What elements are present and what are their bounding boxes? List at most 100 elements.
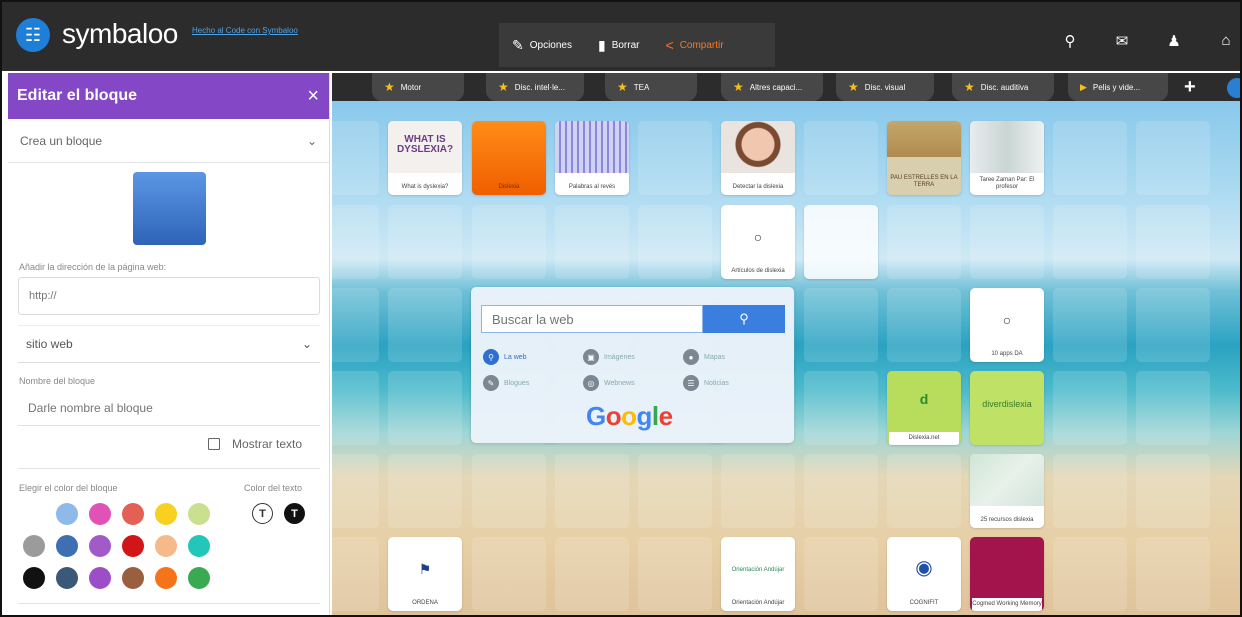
tile-articulos-dislexia[interactable]: ○ Artículos de dislexia bbox=[721, 205, 795, 279]
empty-cell[interactable] bbox=[1136, 288, 1210, 362]
google-option-maps[interactable]: ● Mapas bbox=[683, 349, 725, 365]
empty-cell[interactable] bbox=[804, 371, 878, 445]
empty-cell[interactable] bbox=[472, 537, 546, 611]
empty-cell[interactable] bbox=[1136, 454, 1210, 528]
empty-cell[interactable] bbox=[1053, 121, 1127, 195]
empty-cell[interactable] bbox=[1136, 121, 1210, 195]
tab-motor[interactable]: ★ Motor bbox=[372, 73, 464, 101]
empty-cell[interactable] bbox=[388, 205, 462, 279]
empty-cell[interactable] bbox=[1053, 537, 1127, 611]
empty-cell[interactable] bbox=[388, 288, 462, 362]
empty-cell[interactable] bbox=[1053, 205, 1127, 279]
empty-cell[interactable] bbox=[1136, 371, 1210, 445]
empty-cell[interactable] bbox=[638, 205, 712, 279]
color-swatch[interactable] bbox=[155, 567, 177, 589]
tile-palabras-al-reves[interactable]: Palabras al revés bbox=[555, 121, 629, 195]
text-color-white-button[interactable]: T bbox=[252, 503, 273, 524]
share-button[interactable]: < Compartir bbox=[653, 37, 737, 53]
empty-cell[interactable] bbox=[555, 454, 629, 528]
google-option-webnews[interactable]: ◎ Webnews bbox=[583, 375, 635, 391]
color-swatch[interactable] bbox=[122, 503, 144, 525]
empty-cell[interactable] bbox=[970, 205, 1044, 279]
more-tabs-icon[interactable] bbox=[1227, 78, 1240, 98]
show-text-checkbox[interactable] bbox=[208, 438, 220, 450]
user-icon[interactable]: ♟ bbox=[1166, 32, 1182, 50]
delete-button[interactable]: ▮ Borrar bbox=[585, 37, 653, 54]
empty-cell[interactable] bbox=[332, 121, 379, 195]
tab-disc-visual[interactable]: ★ Disc. visual bbox=[836, 73, 934, 101]
color-swatch[interactable] bbox=[56, 535, 78, 557]
tab-pelis-videos[interactable]: ▶ Pelis y vide... bbox=[1068, 73, 1168, 101]
tile-diverdislexia[interactable]: diverdislexia bbox=[970, 371, 1044, 445]
empty-cell[interactable] bbox=[638, 121, 712, 195]
close-icon[interactable]: × bbox=[307, 85, 319, 108]
symbaloo-logo-icon[interactable]: ☷ bbox=[16, 18, 50, 52]
tile-empty-new[interactable] bbox=[804, 205, 878, 279]
tile-detectar-dislexia[interactable]: Detectar la dislexia bbox=[721, 121, 795, 195]
color-swatch[interactable] bbox=[56, 567, 78, 589]
tile-what-is-dyslexia[interactable]: WHAT IS DYSLEXIA? What is dyslexia? bbox=[388, 121, 462, 195]
google-option-images[interactable]: ▣ Imágenes bbox=[583, 349, 635, 365]
empty-cell[interactable] bbox=[804, 121, 878, 195]
empty-cell[interactable] bbox=[332, 288, 379, 362]
empty-cell[interactable] bbox=[887, 288, 961, 362]
tile-25-recursos-dislexia[interactable]: 25 recursos dislexia bbox=[970, 454, 1044, 528]
empty-cell[interactable] bbox=[332, 205, 379, 279]
tile-10-apps-da[interactable]: ○ 10 apps DA bbox=[970, 288, 1044, 362]
empty-cell[interactable] bbox=[887, 454, 961, 528]
color-swatch[interactable] bbox=[155, 503, 177, 525]
show-text-toggle[interactable]: Mostrar texto bbox=[208, 437, 302, 451]
empty-cell[interactable] bbox=[1136, 205, 1210, 279]
empty-cell[interactable] bbox=[555, 205, 629, 279]
empty-cell[interactable] bbox=[1136, 537, 1210, 611]
tab-disc-auditiva[interactable]: ★ Disc. auditiva bbox=[952, 73, 1054, 101]
empty-cell[interactable] bbox=[887, 205, 961, 279]
empty-cell[interactable] bbox=[804, 454, 878, 528]
mail-icon[interactable]: ✉ bbox=[1114, 32, 1130, 50]
search-icon[interactable]: ⚲ bbox=[1062, 32, 1078, 50]
empty-cell[interactable] bbox=[804, 288, 878, 362]
empty-cell[interactable] bbox=[638, 454, 712, 528]
tile-taree-zaman-par[interactable]: Taree Zaman Par: El profesor bbox=[970, 121, 1044, 195]
color-swatch[interactable] bbox=[89, 503, 111, 525]
color-swatch[interactable] bbox=[188, 535, 210, 557]
block-name-input[interactable] bbox=[18, 390, 320, 426]
empty-cell[interactable] bbox=[555, 537, 629, 611]
color-swatch[interactable] bbox=[23, 535, 45, 557]
tile-estrelles-en-la-terra[interactable]: PAU ESTRELLES EN LA TERRA bbox=[887, 121, 961, 195]
tile-orange[interactable]: Dislexia bbox=[472, 121, 546, 195]
google-search-button[interactable]: ⚲ bbox=[703, 305, 785, 333]
options-button[interactable]: ✎ Opciones bbox=[499, 37, 585, 54]
color-swatch[interactable] bbox=[188, 503, 210, 525]
empty-cell[interactable] bbox=[804, 537, 878, 611]
tile-orientacion-andujar[interactable]: Orientación Andújar Orientación Andújar bbox=[721, 537, 795, 611]
empty-cell[interactable] bbox=[638, 537, 712, 611]
text-color-black-button[interactable]: T bbox=[284, 503, 305, 524]
color-swatch[interactable] bbox=[23, 503, 45, 525]
empty-cell[interactable] bbox=[1053, 454, 1127, 528]
color-swatch[interactable] bbox=[89, 535, 111, 557]
home-icon[interactable]: ⌂ bbox=[1218, 32, 1234, 50]
create-block-dropdown[interactable]: Crea un bloque ⌄ bbox=[8, 119, 329, 163]
add-tab-plus-icon[interactable]: + bbox=[1184, 76, 1196, 99]
tile-dislexia-net[interactable]: d Dislexia.net bbox=[887, 371, 961, 445]
color-swatch[interactable] bbox=[122, 535, 144, 557]
google-option-web[interactable]: ⚲ La web bbox=[483, 349, 527, 365]
google-search-input[interactable] bbox=[481, 305, 703, 333]
empty-cell[interactable] bbox=[388, 454, 462, 528]
empty-cell[interactable] bbox=[332, 537, 379, 611]
tab-altres-capacitats[interactable]: ★ Altres capaci... bbox=[721, 73, 823, 101]
app-logo-text[interactable]: symbaloo bbox=[62, 18, 178, 50]
color-swatch[interactable] bbox=[155, 535, 177, 557]
empty-cell[interactable] bbox=[721, 454, 795, 528]
tab-tea[interactable]: ★ TEA bbox=[605, 73, 697, 101]
tile-cognifit[interactable]: ◉ COGNIFIT bbox=[887, 537, 961, 611]
empty-cell[interactable] bbox=[332, 371, 379, 445]
block-type-select[interactable]: sitio web ⌄ bbox=[18, 325, 320, 363]
color-swatch[interactable] bbox=[122, 567, 144, 589]
color-swatch[interactable] bbox=[56, 503, 78, 525]
made-with-link[interactable]: Hecho al Code con Symbaloo bbox=[192, 26, 298, 35]
empty-cell[interactable] bbox=[1053, 288, 1127, 362]
empty-cell[interactable] bbox=[388, 371, 462, 445]
google-option-blogs[interactable]: ✎ Blogues bbox=[483, 375, 529, 391]
